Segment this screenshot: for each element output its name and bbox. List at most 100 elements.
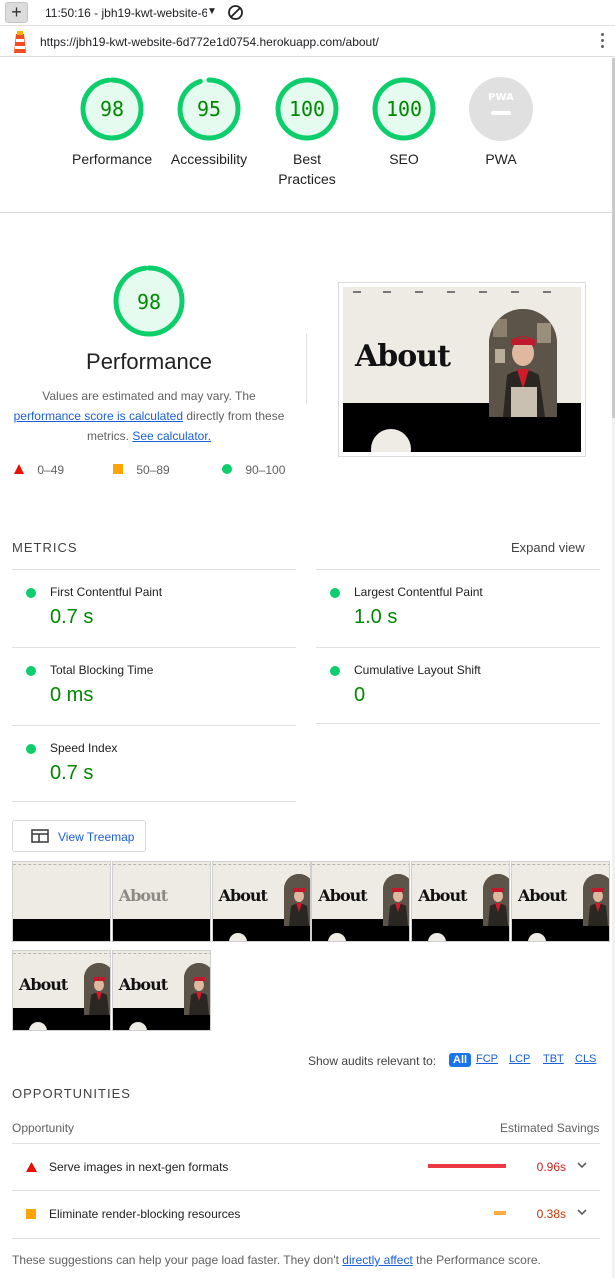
pwa-badge-icon: PWA xyxy=(469,77,533,141)
metrics-title: METRICS xyxy=(12,540,78,555)
score-ring: 95 xyxy=(177,77,241,141)
description-text: Values are estimated and may vary. The xyxy=(42,389,256,403)
gauge-label: PWA xyxy=(485,151,517,167)
score-ring: 100 xyxy=(275,77,339,141)
pass-circle-icon xyxy=(330,588,340,598)
savings-column-header: Estimated Savings xyxy=(500,1121,600,1135)
opportunity-next-gen-images[interactable]: Serve images in next-gen formats 0.96s xyxy=(12,1143,600,1190)
metric-value: 0.7 s xyxy=(50,762,94,784)
metric-lcp: Largest Contentful Paint 1.0 s xyxy=(316,569,600,647)
audit-filter-label: Show audits relevant to: xyxy=(308,1054,437,1068)
filmstrip-frame: About xyxy=(511,861,610,942)
filter-cls-chip[interactable]: CLS xyxy=(575,1053,596,1065)
filmstrip-frame: About xyxy=(111,861,211,942)
filmstrip-frame: About xyxy=(311,861,411,942)
screenshot-nav xyxy=(343,291,581,297)
url-text[interactable]: https://jbh19-kwt-website-6d772e1d0754.h… xyxy=(40,35,379,49)
screenshot-canvas: About xyxy=(343,287,581,452)
frame-heading: About xyxy=(118,975,168,994)
opportunities-title: OPPORTUNITIES xyxy=(12,1086,131,1101)
metric-name: Total Blocking Time xyxy=(50,663,154,677)
metric-tbt: Total Blocking Time 0 ms xyxy=(12,647,296,725)
chevron-down-icon[interactable] xyxy=(576,1159,588,1171)
score-calculated-link[interactable]: performance score is calculated xyxy=(14,409,183,423)
pass-circle-icon xyxy=(26,744,36,754)
filmstrip-frame: About xyxy=(211,861,311,942)
divider xyxy=(316,723,600,724)
footnote-text-2: the Performance score. xyxy=(412,1253,541,1267)
metric-value: 0 xyxy=(354,684,366,706)
pass-circle-icon xyxy=(26,666,36,676)
see-calculator-link[interactable]: See calculator. xyxy=(132,429,211,443)
directly-affect-link[interactable]: directly affect xyxy=(342,1253,412,1267)
savings-bar xyxy=(493,1211,506,1215)
legend-average: 50–89 xyxy=(113,463,170,477)
chevron-down-icon[interactable] xyxy=(576,1206,588,1218)
filter-fcp-chip[interactable]: FCP xyxy=(476,1053,498,1065)
opportunity-render-blocking[interactable]: Eliminate render-blocking resources 0.38… xyxy=(12,1190,600,1237)
pwa-badge-text: PWA xyxy=(488,92,514,103)
gauge-score: 100 xyxy=(386,97,422,121)
performance-title: Performance xyxy=(86,349,212,374)
metric-name: Largest Contentful Paint xyxy=(354,585,483,599)
metric-speed-index: Speed Index 0.7 s xyxy=(12,725,296,803)
filter-all-chip[interactable]: All xyxy=(449,1053,472,1067)
gauge-seo[interactable]: 100 SEO xyxy=(364,76,444,169)
divider xyxy=(0,212,612,213)
metric-value: 0.7 s xyxy=(50,606,94,628)
metric-cls: Cumulative Layout Shift 0 xyxy=(316,647,600,725)
view-treemap-button[interactable]: View Treemap xyxy=(12,820,146,852)
gauge-pwa[interactable]: PWA PWA xyxy=(461,76,541,169)
savings-bar xyxy=(428,1164,506,1168)
opportunity-title: Eliminate render-blocking resources xyxy=(49,1207,241,1221)
average-square-icon xyxy=(113,464,123,474)
legend-pass: 90–100 xyxy=(222,463,285,477)
gauge-score: 98 xyxy=(100,97,124,121)
expand-view-button[interactable]: Expand view xyxy=(511,540,585,555)
legend-pass-label: 90–100 xyxy=(245,463,286,477)
final-screenshot[interactable]: About xyxy=(338,282,586,457)
performance-score: 98 xyxy=(137,290,161,314)
frame-heading: About xyxy=(418,886,467,905)
new-tab-button[interactable]: + xyxy=(5,2,28,23)
frame-heading: About xyxy=(218,886,268,905)
legend-fail: 0–49 xyxy=(14,463,64,477)
gauge-accessibility[interactable]: 95 Accessibility xyxy=(169,76,249,169)
metric-name: First Contentful Paint xyxy=(50,585,163,599)
metric-value: 1.0 s xyxy=(354,606,398,628)
filter-lcp-chip[interactable]: LCP xyxy=(509,1053,530,1065)
more-menu-icon[interactable] xyxy=(598,33,606,51)
footnote-text: These suggestions can help your page loa… xyxy=(12,1253,343,1267)
legend-average-label: 50–89 xyxy=(136,463,170,477)
divider xyxy=(12,1238,600,1239)
filmstrip-frame: About xyxy=(411,861,511,942)
pass-circle-icon xyxy=(330,666,340,676)
filmstrip-frame xyxy=(12,861,111,942)
fail-triangle-icon xyxy=(26,1162,37,1172)
filter-tbt-chip[interactable]: TBT xyxy=(543,1053,564,1065)
treemap-icon xyxy=(31,829,49,843)
metric-name: Cumulative Layout Shift xyxy=(354,663,481,677)
performance-gauge-large: 98 xyxy=(113,265,185,337)
opportunities-footnote: These suggestions can help your page loa… xyxy=(12,1253,541,1267)
savings-value: 0.38s xyxy=(536,1207,566,1221)
pass-circle-icon xyxy=(222,464,232,474)
metric-fcp: First Contentful Paint 0.7 s xyxy=(12,569,296,647)
gauge-label: Performance xyxy=(72,151,153,167)
gauge-label: Best Practices xyxy=(278,151,336,187)
browser-tab-bar: + 11:50:16 - jbh19-kwt-website-6 ▼ xyxy=(0,0,615,26)
address-bar: https://jbh19-kwt-website-6d772e1d0754.h… xyxy=(0,27,615,57)
divider xyxy=(12,801,296,802)
gauge-best-practices[interactable]: 100 Best Practices xyxy=(267,76,347,189)
view-treemap-label: View Treemap xyxy=(58,830,135,844)
gauge-performance[interactable]: 98 Performance xyxy=(72,76,152,169)
score-ring: 98 xyxy=(80,77,144,141)
lighthouse-icon xyxy=(14,31,26,53)
tab-title[interactable]: 11:50:16 - jbh19-kwt-website-6 xyxy=(45,6,207,20)
pass-circle-icon xyxy=(26,588,36,598)
blocked-icon[interactable] xyxy=(227,4,244,21)
opportunity-column-header: Opportunity xyxy=(12,1121,75,1135)
gauge-score: 95 xyxy=(197,97,221,121)
tab-dropdown-icon[interactable]: ▼ xyxy=(207,6,217,17)
gauge-label: SEO xyxy=(389,151,419,167)
